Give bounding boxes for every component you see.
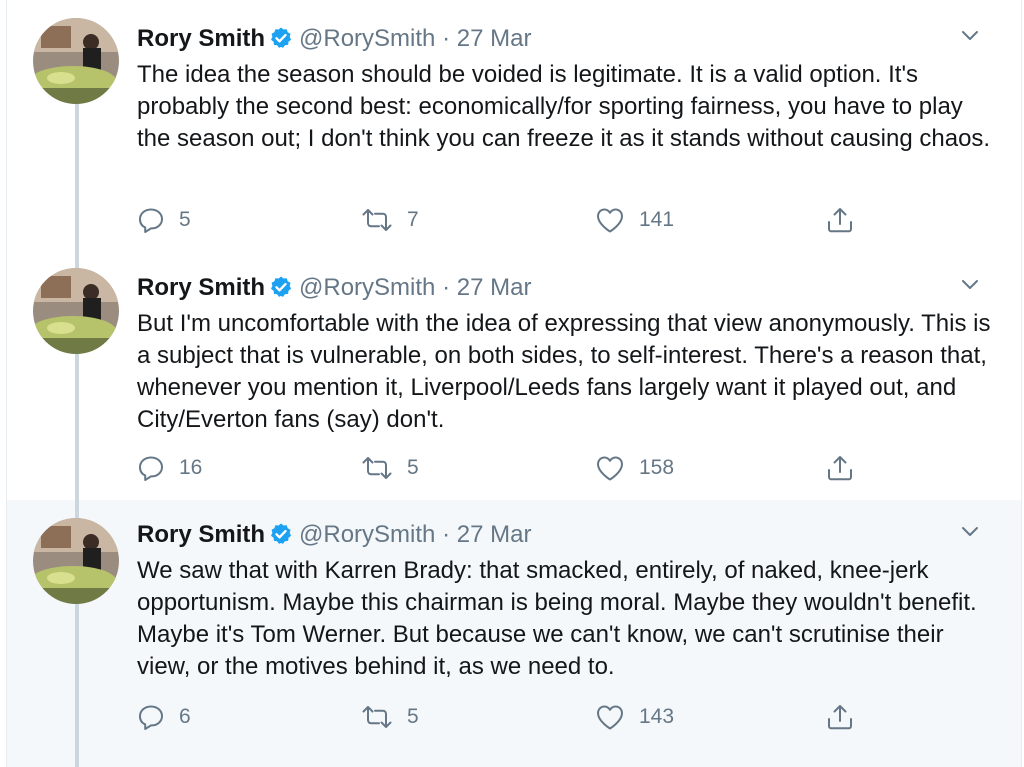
heart-icon [595,454,625,482]
thread-line [75,604,79,767]
like-count: 158 [639,456,675,479]
tweet-date[interactable]: 27 Mar [457,25,532,52]
share-icon [825,702,855,732]
tweet-text: The idea the season should be voided is … [137,61,991,152]
thread-line [75,500,79,518]
thread-line [75,104,79,250]
tweet-text: But I'm uncomfortable with the idea of e… [137,310,991,433]
avatar[interactable] [33,518,119,604]
reply-icon [137,206,165,234]
reply-icon [137,454,165,482]
thread-line [75,250,79,268]
retweet-count: 5 [407,705,419,728]
reply-count: 6 [179,705,191,728]
like-button[interactable]: 158 [595,451,674,485]
tweet[interactable]: Rory Smith @RorySmith · 27 Mar The idea t… [7,0,1021,250]
like-button[interactable]: 141 [595,203,674,237]
display-name[interactable]: Rory Smith [137,25,265,52]
chevron-down-icon[interactable] [959,24,981,46]
chevron-down-icon[interactable] [959,273,981,295]
header-separator: · [442,25,451,52]
like-count: 141 [639,208,675,231]
timeline: Rory Smith @RorySmith · 27 Mar The idea t… [0,0,1024,767]
chevron-down-icon[interactable] [959,520,981,542]
tweet-header: Rory Smith @RorySmith · 27 Mar [137,24,531,58]
like-count: 143 [639,705,675,728]
tweet-actions: 5 7 141 [137,203,877,237]
like-button[interactable]: 143 [595,700,674,734]
user-handle[interactable]: @RorySmith [299,521,435,548]
display-name[interactable]: Rory Smith [137,274,265,301]
retweet-button[interactable]: 7 [361,203,419,237]
share-icon [825,453,855,483]
verified-badge-icon [269,522,293,554]
tweet-text: We saw that with Karren Brady: that smac… [137,557,977,680]
verified-badge-icon [269,26,293,58]
verified-badge-icon [269,275,293,307]
retweet-button[interactable]: 5 [361,451,419,485]
tweet-highlighted[interactable]: Rory Smith @RorySmith · 27 Mar We saw tha… [7,500,1021,767]
tweet-date[interactable]: 27 Mar [457,274,532,301]
avatar[interactable] [33,18,119,104]
retweet-icon [361,206,393,234]
display-name[interactable]: Rory Smith [137,521,265,548]
avatar[interactable] [33,268,119,354]
share-button[interactable] [825,203,855,237]
retweet-count: 7 [407,208,419,231]
header-separator: · [442,274,451,301]
share-button[interactable] [825,700,855,734]
timeline-border-right [1021,0,1022,767]
share-button[interactable] [825,451,855,485]
reply-button[interactable]: 16 [137,451,202,485]
reply-count: 16 [179,456,203,479]
retweet-button[interactable]: 5 [361,700,419,734]
tweet-actions: 6 5 143 [137,700,877,734]
user-handle[interactable]: @RorySmith [299,274,435,301]
heart-icon [595,206,625,234]
header-separator: · [442,521,451,548]
tweet-date[interactable]: 27 Mar [457,521,532,548]
reply-count: 5 [179,208,191,231]
tweet-header: Rory Smith @RorySmith · 27 Mar [137,520,531,554]
retweet-icon [361,454,393,482]
retweet-icon [361,703,393,731]
reply-button[interactable]: 5 [137,203,191,237]
share-icon [825,205,855,235]
user-handle[interactable]: @RorySmith [299,25,435,52]
tweet-header: Rory Smith @RorySmith · 27 Mar [137,273,531,307]
tweet-actions: 16 5 158 [137,451,877,485]
retweet-count: 5 [407,456,419,479]
reply-icon [137,703,165,731]
tweet[interactable]: Rory Smith @RorySmith · 27 Mar But I'm un… [7,250,1021,500]
reply-button[interactable]: 6 [137,700,191,734]
heart-icon [595,703,625,731]
thread-line [75,354,79,500]
